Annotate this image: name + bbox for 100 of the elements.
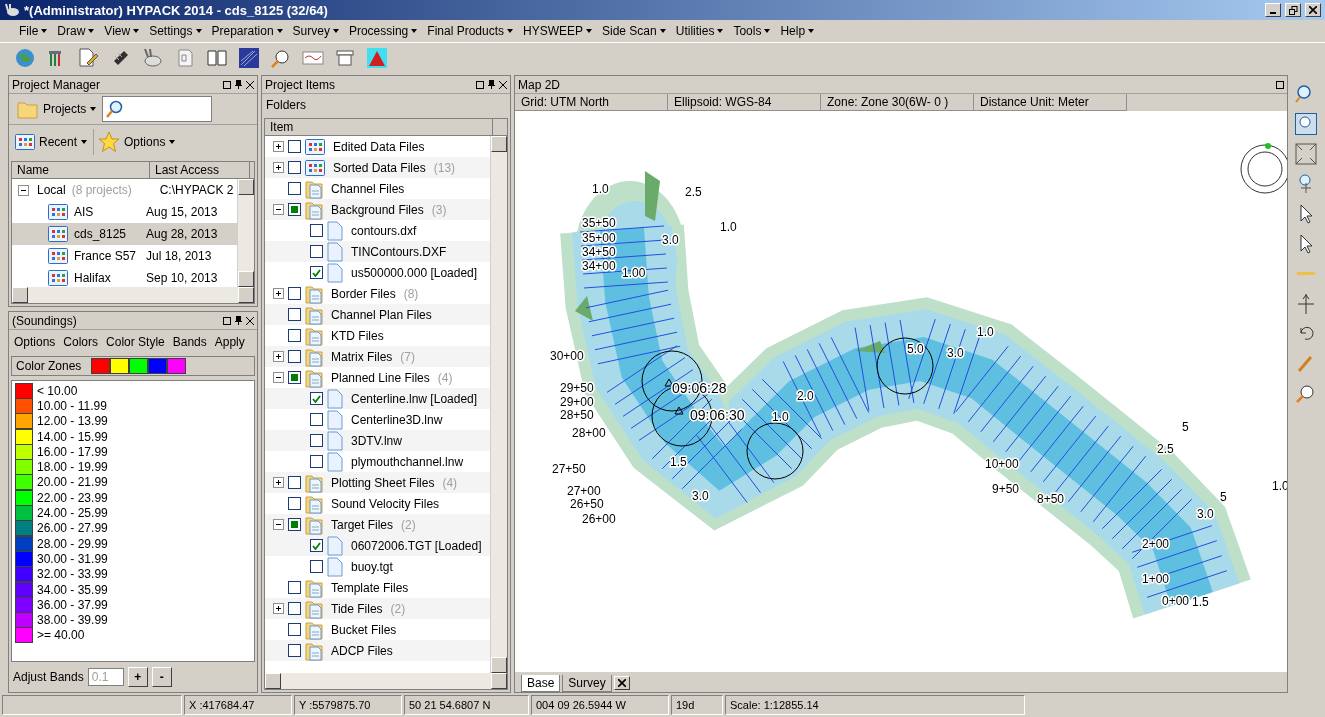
toolbar-menu-item[interactable]: Apply — [211, 335, 248, 349]
expand-icon[interactable] — [273, 351, 284, 362]
menu-item[interactable]: Preparation — [206, 22, 288, 40]
tree-row[interactable]: Background Files (3) — [265, 199, 490, 220]
minimize-button[interactable] — [1265, 3, 1281, 17]
checkbox[interactable] — [310, 224, 323, 237]
tree-row[interactable]: Plotting Sheet Files (4) — [265, 472, 490, 493]
checkbox[interactable] — [288, 308, 301, 321]
tree-row[interactable]: Centerline.lnw [Loaded] — [265, 388, 490, 409]
checkbox[interactable] — [288, 203, 301, 216]
restore-icon[interactable] — [1276, 80, 1284, 89]
map-tab[interactable]: Base — [521, 675, 561, 692]
toolbar-menu-item[interactable]: Colors — [60, 335, 102, 349]
checkbox[interactable] — [288, 623, 301, 636]
restore-icon[interactable] — [223, 80, 231, 89]
checkbox[interactable] — [310, 392, 323, 405]
projects-button[interactable]: Projects — [13, 97, 101, 121]
checkbox[interactable] — [310, 413, 323, 426]
checkbox[interactable] — [288, 476, 301, 489]
project-row[interactable]: cds_8125 Aug 28, 2013 — [12, 223, 237, 245]
checkbox[interactable] — [310, 434, 323, 447]
toolbar-menu-item[interactable]: Options — [11, 335, 59, 349]
menu-item[interactable]: Help — [775, 22, 820, 40]
map-tab[interactable]: Survey — [562, 675, 612, 692]
checkbox[interactable] — [310, 245, 323, 258]
toolbar-menu-item[interactable]: Bands — [169, 335, 210, 349]
menu-item[interactable]: Final Products — [422, 22, 518, 40]
tree-row[interactable]: Matrix Files (7) — [265, 346, 490, 367]
vertical-scrollbar[interactable] — [237, 179, 254, 287]
menu-item[interactable]: HYSWEEP — [518, 22, 597, 40]
color-swatch[interactable] — [110, 358, 130, 374]
close-icon[interactable] — [1309, 6, 1317, 14]
checkbox[interactable] — [288, 644, 301, 657]
close-icon[interactable] — [246, 80, 254, 89]
checkbox[interactable] — [288, 602, 301, 615]
pin-icon[interactable] — [235, 80, 242, 89]
pin-icon[interactable] — [235, 316, 242, 325]
close-icon[interactable] — [617, 679, 626, 687]
expand-icon[interactable] — [273, 288, 284, 299]
close-button[interactable] — [1305, 3, 1321, 17]
expand-icon[interactable] — [273, 162, 284, 173]
north-arrow-icon[interactable] — [1295, 293, 1317, 315]
tree-row[interactable]: ADCP Files — [265, 640, 490, 661]
restore-icon[interactable] — [476, 80, 484, 89]
color-swatch[interactable] — [129, 358, 149, 374]
checkbox[interactable] — [310, 455, 323, 468]
checkbox[interactable] — [288, 140, 301, 153]
expand-icon[interactable] — [273, 603, 284, 614]
column-header[interactable]: Last Access — [150, 162, 250, 178]
close-icon[interactable] — [499, 80, 507, 89]
menu-item[interactable]: Processing — [343, 22, 423, 40]
tree-row[interactable]: Tide Files (2) — [265, 598, 490, 619]
vertical-scrollbar[interactable] — [490, 136, 507, 673]
collapse-icon[interactable] — [273, 519, 284, 530]
tree-row[interactable]: 3DTV.lnw — [265, 430, 490, 451]
checkbox[interactable] — [288, 518, 301, 531]
recent-button[interactable]: Recent — [11, 132, 92, 152]
collapse-icon[interactable] — [273, 372, 284, 383]
step-button[interactable]: - — [151, 667, 172, 687]
collapse-icon[interactable] — [273, 204, 284, 215]
chart-icon[interactable] — [236, 45, 262, 71]
menu-item[interactable]: Survey — [287, 22, 344, 40]
restore-button[interactable] — [1285, 3, 1301, 17]
toolbar-menu-item[interactable]: Color Style — [103, 335, 168, 349]
mountain-icon[interactable] — [364, 45, 390, 71]
checkbox[interactable] — [310, 560, 323, 573]
restore-icon[interactable] — [223, 316, 231, 325]
color-swatch[interactable] — [167, 358, 187, 374]
menu-item[interactable]: Settings — [144, 22, 207, 40]
search-field[interactable] — [102, 96, 213, 122]
menu-item[interactable]: Utilities — [670, 22, 729, 40]
checkbox[interactable] — [288, 497, 301, 510]
menu-item[interactable]: Draw — [52, 22, 100, 40]
menu-item[interactable]: Tools — [728, 22, 776, 40]
checkbox[interactable] — [310, 539, 323, 552]
checkbox[interactable] — [288, 182, 301, 195]
checkbox[interactable] — [288, 287, 301, 300]
color-swatch[interactable] — [148, 358, 168, 374]
collapse-icon[interactable] — [18, 184, 29, 196]
checkbox[interactable] — [310, 266, 323, 279]
tree-row[interactable]: Target Files (2) — [265, 514, 490, 535]
tree-row[interactable]: 06072006.TGT [Loaded] — [265, 535, 490, 556]
options-button[interactable]: Options — [93, 129, 180, 155]
tree-row[interactable]: Channel Plan Files — [265, 304, 490, 325]
zoom-window-icon[interactable] — [1295, 113, 1317, 135]
zoom-extents-icon[interactable] — [1295, 143, 1317, 165]
checkbox[interactable] — [288, 371, 301, 384]
expand-icon[interactable] — [273, 477, 284, 488]
close-button[interactable] — [613, 676, 630, 690]
checkbox[interactable] — [288, 161, 301, 174]
close-icon[interactable] — [246, 316, 254, 325]
checkbox[interactable] — [288, 581, 301, 594]
column-header[interactable]: Name — [12, 162, 150, 178]
checkbox[interactable] — [288, 329, 301, 342]
expand-icon[interactable] — [273, 141, 284, 152]
menu-item[interactable]: View — [99, 22, 145, 40]
checkbox[interactable] — [288, 350, 301, 363]
menu-item[interactable]: File — [14, 22, 53, 40]
horizontal-scrollbar[interactable] — [265, 673, 507, 689]
step-button[interactable]: + — [127, 667, 148, 687]
